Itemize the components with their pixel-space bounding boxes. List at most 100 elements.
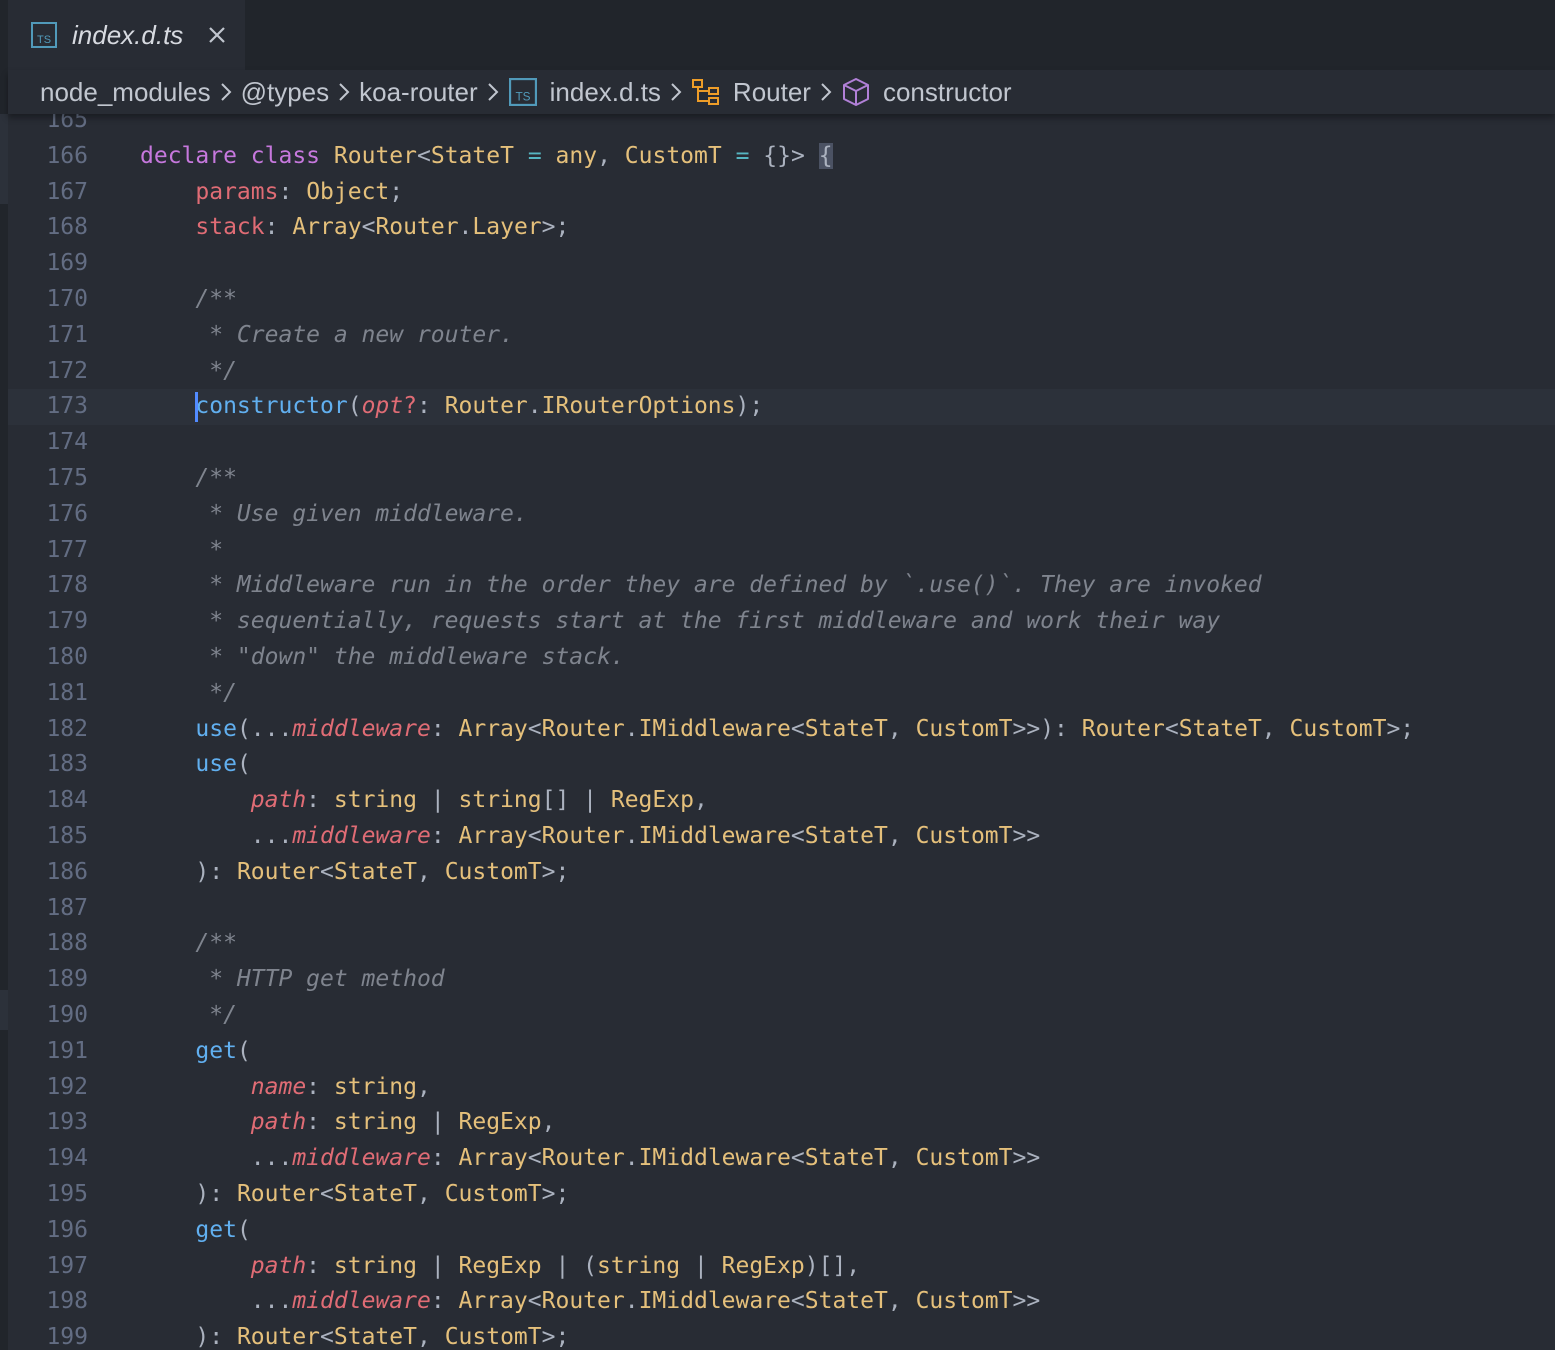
tab-bar: TS index.d.ts — [0, 0, 1555, 70]
code-line[interactable]: 191 get( — [8, 1034, 1555, 1070]
chevron-right-icon — [337, 80, 351, 104]
code-text: ): Router<StateT, CustomT>; — [140, 858, 570, 885]
close-icon[interactable] — [205, 23, 229, 47]
code-text: */ — [140, 357, 237, 384]
line-number: 194 — [46, 1145, 88, 1172]
code-line[interactable]: 186 ): Router<StateT, CustomT>; — [8, 855, 1555, 891]
code-line[interactable]: 174 — [8, 425, 1555, 461]
breadcrumb-item[interactable]: @types — [241, 77, 330, 108]
code-text: path: string | RegExp | (string | RegExp… — [250, 1252, 861, 1279]
code-line[interactable]: 187 — [8, 891, 1555, 927]
line-number: 190 — [46, 1001, 88, 1028]
breadcrumb-label: Router — [732, 76, 811, 107]
code-line[interactable]: 170 /** — [8, 282, 1555, 318]
code-text: ): Router<StateT, CustomT>; — [140, 1324, 570, 1350]
code-line[interactable]: 178 * Middleware run in the order they a… — [8, 568, 1555, 604]
breadcrumb-item[interactable]: koa-router — [359, 77, 478, 108]
code-line[interactable]: 179 * sequentially, requests start at th… — [8, 604, 1555, 640]
breadcrumb-label: node_modules — [40, 76, 211, 107]
line-number: 177 — [46, 536, 88, 563]
code-line[interactable]: 175 /** — [8, 461, 1555, 497]
code-line[interactable]: 197 path: string | RegExp | (string | Re… — [8, 1249, 1555, 1285]
code-line[interactable]: 196 get( — [8, 1213, 1555, 1249]
code-line[interactable]: 199 ): Router<StateT, CustomT>; — [8, 1320, 1555, 1350]
code-line[interactable]: 167 params: Object; — [8, 175, 1555, 211]
line-number: 178 — [46, 572, 88, 599]
code-text: ...middleware: Array<Router.IMiddleware<… — [140, 1288, 1041, 1315]
code-text: get( — [195, 1037, 251, 1064]
line-number: 185 — [46, 822, 88, 849]
code-text: */ — [140, 679, 237, 706]
code-text: use(...middleware: Array<Router.IMiddlew… — [195, 715, 1415, 742]
code-line[interactable]: 195 ): Router<StateT, CustomT>; — [8, 1177, 1555, 1213]
line-number: 192 — [46, 1073, 88, 1100]
code-line[interactable]: 193 path: string | RegExp, — [8, 1105, 1555, 1141]
code-line[interactable]: 168 stack: Array<Router.Layer>; — [8, 210, 1555, 246]
code-text: * — [140, 536, 224, 563]
line-number: 176 — [46, 500, 88, 527]
line-number: 165 — [46, 114, 88, 133]
gutter-marker — [0, 114, 8, 204]
code-line[interactable]: 192 name: string, — [8, 1070, 1555, 1106]
code-line[interactable]: 182 use(...middleware: Array<Router.IMid… — [8, 712, 1555, 748]
tab-index-d-ts[interactable]: TS index.d.ts — [8, 0, 245, 70]
code-line[interactable]: 165 — [8, 114, 1555, 139]
code-text: * "down" the middleware stack. — [140, 643, 625, 670]
line-number: 199 — [46, 1324, 88, 1350]
code-line[interactable]: 176 * Use given middleware. — [8, 497, 1555, 533]
breadcrumb-item[interactable]: constructor — [841, 77, 1012, 108]
code-line[interactable]: 183 use( — [8, 747, 1555, 783]
code-text: get( — [195, 1216, 251, 1243]
code-text: ): Router<StateT, CustomT>; — [140, 1180, 570, 1207]
class-icon — [691, 77, 721, 107]
code-line[interactable]: 180 * "down" the middleware stack. — [8, 640, 1555, 676]
breadcrumb-item[interactable]: node_modules — [40, 77, 211, 108]
breadcrumb-label: @types — [240, 76, 330, 107]
chevron-right-icon — [486, 80, 500, 104]
breadcrumb-item[interactable]: Router — [691, 77, 811, 108]
code-line[interactable]: 177 * — [8, 533, 1555, 569]
line-number: 171 — [46, 321, 88, 348]
tab-title: index.d.ts — [72, 19, 184, 50]
line-number: 197 — [46, 1252, 88, 1279]
line-number: 198 — [46, 1288, 88, 1315]
code-line[interactable]: 190 */ — [8, 998, 1555, 1034]
text-cursor — [195, 392, 198, 423]
code-line[interactable]: 184 path: string | string[] | RegExp, — [8, 783, 1555, 819]
line-number: 193 — [46, 1109, 88, 1136]
line-number: 189 — [46, 966, 88, 993]
code-line[interactable]: 189 * HTTP get method — [8, 962, 1555, 998]
breadcrumb-item[interactable]: TS index.d.ts — [508, 77, 661, 108]
code-line[interactable]: 173 constructor(opt?: Router.IRouterOpti… — [8, 389, 1555, 426]
line-number: 174 — [46, 429, 88, 456]
line-number: 181 — [46, 679, 88, 706]
code-line[interactable]: 172 */ — [8, 354, 1555, 390]
code-text: path: string | RegExp, — [250, 1109, 556, 1136]
code-line[interactable]: 194 ...middleware: Array<Router.IMiddlew… — [8, 1141, 1555, 1177]
line-number: 175 — [46, 464, 88, 491]
line-number: 188 — [46, 930, 88, 957]
code-line[interactable]: 169 — [8, 246, 1555, 282]
svg-text:TS: TS — [515, 90, 530, 104]
code-text: * Middleware run in the order they are d… — [140, 572, 1262, 599]
method-cube-icon — [841, 77, 871, 107]
code-text: /** — [140, 285, 237, 312]
code-line[interactable]: 171 * Create a new router. — [8, 318, 1555, 354]
code-line[interactable]: 181 */ — [8, 676, 1555, 712]
breadcrumb-label: constructor — [882, 76, 1012, 107]
code-line[interactable]: 188 /** — [8, 926, 1555, 962]
code-line[interactable]: 198 ...middleware: Array<Router.IMiddlew… — [8, 1284, 1555, 1320]
breadcrumb-label: koa-router — [359, 76, 478, 107]
gutter-marker — [0, 990, 8, 1030]
code-text: path: string | string[] | RegExp, — [250, 787, 708, 814]
code-line[interactable]: 166 declare class Router<StateT = any, Cu… — [8, 139, 1555, 175]
chevron-right-icon — [819, 80, 833, 104]
line-number: 196 — [46, 1216, 88, 1243]
code-editor[interactable]: 165 166 declare class Router<StateT = any,… — [8, 114, 1555, 1350]
line-number: 172 — [46, 357, 88, 384]
code-line[interactable]: 185 ...middleware: Array<Router.IMiddlew… — [8, 819, 1555, 855]
typescript-file-icon: TS — [508, 77, 538, 107]
line-number: 170 — [46, 285, 88, 312]
line-number: 195 — [46, 1180, 88, 1207]
code-text: use( — [195, 751, 251, 778]
